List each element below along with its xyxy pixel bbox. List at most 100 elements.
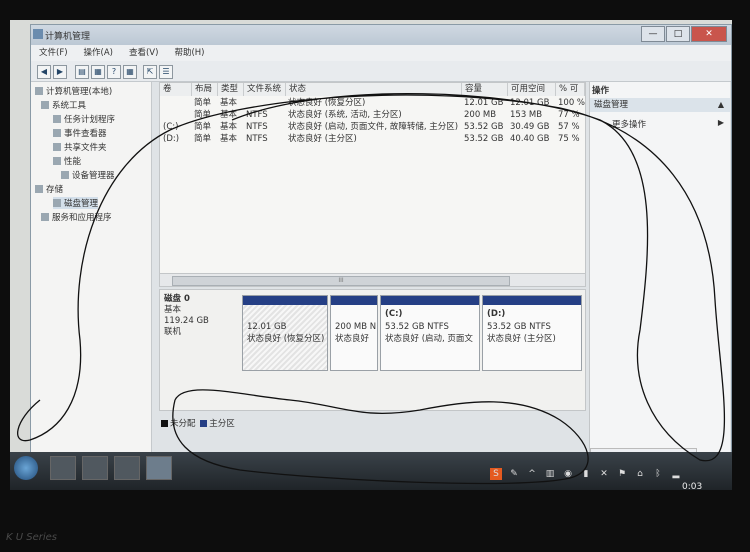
grid-icon[interactable]: ▦ xyxy=(91,65,105,79)
menu-action[interactable]: 操作(A) xyxy=(84,45,113,61)
signal-icon[interactable]: ▂ xyxy=(670,468,682,480)
pen-tray-icon[interactable]: ✎ xyxy=(508,468,520,480)
chevron-right-icon: ▶ xyxy=(717,118,724,127)
actions-section-disk-management[interactable]: 磁盘管理 ▲ xyxy=(590,98,730,112)
col-header-status[interactable]: 状态 xyxy=(286,83,462,96)
services-icon xyxy=(41,213,49,221)
col-header-volume[interactable]: 卷 xyxy=(160,83,192,96)
collapse-icon[interactable]: ▲ xyxy=(718,98,724,112)
tree-item-device-manager[interactable]: 设备管理器 xyxy=(61,169,115,181)
tree-item-performance[interactable]: 性能 xyxy=(53,155,81,167)
window-controls: — □ ✕ xyxy=(641,26,727,42)
grid2-icon[interactable]: ▦ xyxy=(123,65,137,79)
tree-item-computer-management[interactable]: 计算机管理(本地) xyxy=(35,85,112,97)
ie-taskbar-icon[interactable] xyxy=(50,456,76,480)
table-row[interactable]: (C:) 简单 基本 NTFS 状态良好 (启动, 页面文件, 故障转储, 主分区) 53… xyxy=(160,122,585,133)
partition-title: (D:) xyxy=(487,309,506,319)
col-header-capacity[interactable]: 容量 xyxy=(462,83,508,96)
network-icon[interactable]: ▥ xyxy=(544,468,556,480)
computer-management-window: 计算机管理 — □ ✕ 文件(F) 操作(A) 查看(V) 帮助(H) ◀ ▶ … xyxy=(30,24,732,466)
computer-management-icon xyxy=(33,29,43,39)
partition-bar xyxy=(331,296,377,305)
folder-icon[interactable]: ▤ xyxy=(75,65,89,79)
tree-item-storage[interactable]: 存储 xyxy=(35,183,63,195)
partition-d[interactable]: (D:) 53.52 GB NTFS 状态良好 (主分区) xyxy=(482,295,582,371)
computer-icon xyxy=(35,87,43,95)
actions-header: 操作 xyxy=(592,86,610,96)
col-header-free[interactable]: 可用空间 xyxy=(508,83,556,96)
forward-icon[interactable]: ▶ xyxy=(53,65,67,79)
tools-icon xyxy=(41,101,49,109)
partition-recovery[interactable]: 12.01 GB 状态良好 (恢复分区) xyxy=(242,295,328,371)
menu-bar: 文件(F) 操作(A) 查看(V) 帮助(H) xyxy=(31,45,731,61)
partition-size: 53.52 GB NTFS xyxy=(385,322,449,332)
tree-item-event-viewer[interactable]: 事件查看器 xyxy=(53,127,107,139)
partition-status: 状态良好 (启动, 页面文 xyxy=(385,334,473,344)
computer-management-taskbar-icon[interactable] xyxy=(146,456,172,480)
partition-size: 200 MB N xyxy=(335,322,377,332)
performance-icon xyxy=(53,157,61,165)
title-bar[interactable]: 计算机管理 — □ ✕ xyxy=(31,25,731,45)
partition-system[interactable]: 200 MB N 状态良好 xyxy=(330,295,378,371)
navigation-tree: 计算机管理(本地) 系统工具 任务计划程序 事件查看器 共享文件夹 性能 设备管… xyxy=(31,82,152,456)
sogou-tray-icon[interactable]: S xyxy=(490,468,502,480)
help-icon[interactable]: ? xyxy=(107,65,121,79)
bluetooth-icon[interactable]: ᛒ xyxy=(652,468,664,480)
flag-icon[interactable]: ⚑ xyxy=(616,468,628,480)
event-icon xyxy=(53,129,61,137)
partition-bar xyxy=(243,296,327,305)
col-header-type[interactable]: 类型 xyxy=(218,83,244,96)
minimize-button[interactable]: — xyxy=(641,26,665,42)
table-row[interactable]: 简单 基本 NTFS 状态良好 (系统, 活动, 主分区) 200 MB 153 MB 77… xyxy=(160,110,585,121)
tree-item-task-scheduler[interactable]: 任务计划程序 xyxy=(53,113,115,125)
col-header-filesystem[interactable]: 文件系统 xyxy=(244,83,286,96)
volume-mute-icon[interactable]: ✕ xyxy=(598,468,610,480)
actions-pane: 操作 磁盘管理 ▲ 更多操作 ▶ xyxy=(589,82,730,456)
hscroll-thumb[interactable]: III xyxy=(172,276,510,286)
tree-item-system-tools[interactable]: 系统工具 xyxy=(41,99,86,111)
toolbar: ◀ ▶ ▤ ▦ ? ▦ ⇱ ☰ xyxy=(31,61,731,82)
shield-icon[interactable]: ◉ xyxy=(562,468,574,480)
tree-item-disk-management[interactable]: 磁盘管理 xyxy=(53,197,99,209)
tree-item-services-apps[interactable]: 服务和应用程序 xyxy=(41,211,112,223)
clock[interactable]: 0:03 xyxy=(682,482,702,492)
properties-icon[interactable]: ☰ xyxy=(159,65,173,79)
media-taskbar-icon[interactable] xyxy=(82,456,108,480)
menu-file[interactable]: 文件(F) xyxy=(39,45,68,61)
legend-unallocated: 未分配 xyxy=(170,419,196,429)
table-row[interactable]: (D:) 简单 基本 NTFS 状态良好 (主分区) 53.52 GB 40.40 GB 75… xyxy=(160,134,585,145)
monitor-brand-label: K U Series xyxy=(6,532,57,543)
partition-title: (C:) xyxy=(385,309,403,319)
clock-icon xyxy=(53,115,61,123)
disk-management-icon xyxy=(53,199,61,207)
more-actions-link[interactable]: 更多操作 xyxy=(612,118,646,130)
device-manager-icon xyxy=(61,171,69,179)
partition-c[interactable]: (C:) 53.52 GB NTFS 状态良好 (启动, 页面文 xyxy=(380,295,480,371)
unallocated-swatch xyxy=(161,420,168,427)
desktop-screen: 计算机管理 — □ ✕ 文件(F) 操作(A) 查看(V) 帮助(H) ◀ ▶ … xyxy=(10,20,732,490)
back-icon[interactable]: ◀ xyxy=(37,65,51,79)
menu-view[interactable]: 查看(V) xyxy=(129,45,158,61)
maximize-button[interactable]: □ xyxy=(666,26,690,42)
partition-legend: 未分配 主分区 xyxy=(159,417,235,429)
explorer-taskbar-icon[interactable] xyxy=(114,456,140,480)
table-row[interactable]: 简单 基本 状态良好 (恢复分区) 12.01 GB 12.01 GB 100 % xyxy=(160,98,585,109)
partition-size: 12.01 GB xyxy=(247,322,287,332)
power-icon[interactable]: ▮ xyxy=(580,468,592,480)
primary-swatch xyxy=(200,420,208,427)
disk-status: 联机 xyxy=(164,327,182,337)
chevron-up-icon[interactable]: ^ xyxy=(526,468,538,480)
export-icon[interactable]: ⇱ xyxy=(143,65,157,79)
partition-bar xyxy=(381,296,479,305)
partition-size: 53.52 GB NTFS xyxy=(487,322,551,332)
disk0-label[interactable]: 磁盘 0 基本 119.24 GB 联机 xyxy=(164,294,234,338)
start-button[interactable] xyxy=(14,456,38,480)
volume-list-hscrollbar[interactable]: III xyxy=(159,273,586,287)
menu-help[interactable]: 帮助(H) xyxy=(174,45,204,61)
col-header-layout[interactable]: 布局 xyxy=(192,83,218,96)
partition-status: 状态良好 xyxy=(335,334,370,344)
usb-icon[interactable]: ⌂ xyxy=(634,468,646,480)
tree-item-shared-folders[interactable]: 共享文件夹 xyxy=(53,141,107,153)
col-header-percent[interactable]: % 可 xyxy=(556,83,585,96)
close-button[interactable]: ✕ xyxy=(691,26,727,42)
